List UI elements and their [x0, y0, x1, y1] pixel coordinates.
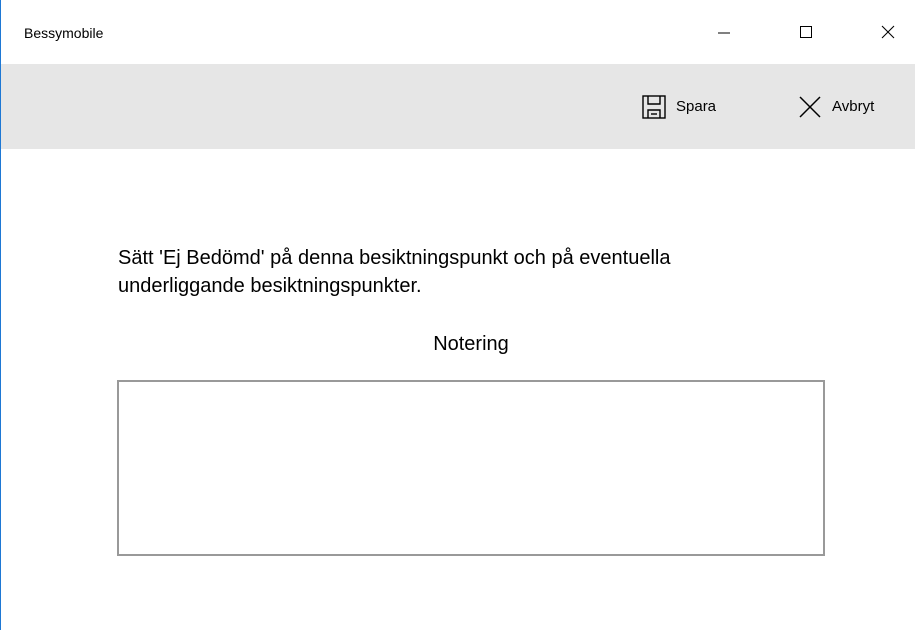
close-icon: [798, 95, 822, 119]
app-title: Bessymobile: [24, 25, 104, 41]
save-button[interactable]: Spara: [642, 64, 716, 149]
main-content: Sätt 'Ej Bedömd' på denna besiktningspun…: [1, 149, 915, 630]
close-icon: [881, 25, 895, 39]
confirmation-message: Sätt 'Ej Bedömd' på denna besiktningspun…: [118, 247, 671, 297]
maximize-button[interactable]: [783, 0, 829, 64]
note-label: Notering: [433, 333, 509, 355]
save-icon: [642, 94, 666, 119]
minimize-button[interactable]: [701, 0, 747, 64]
note-field[interactable]: [117, 380, 825, 556]
app-window: Bessymobile Spara Avbryt Sätt 'Ej Bedömd…: [0, 0, 915, 630]
command-bar: Spara Avbryt: [1, 64, 915, 149]
minimize-icon: [718, 26, 730, 38]
close-window-button[interactable]: [865, 0, 911, 64]
cancel-button[interactable]: Avbryt: [798, 64, 874, 149]
maximize-icon: [800, 26, 812, 38]
cancel-label: Avbryt: [832, 98, 875, 115]
save-label: Spara: [676, 98, 717, 115]
title-bar[interactable]: Bessymobile: [1, 0, 915, 64]
